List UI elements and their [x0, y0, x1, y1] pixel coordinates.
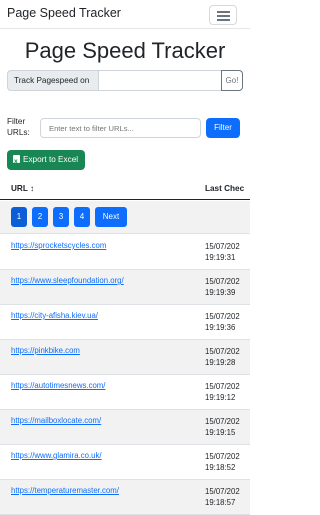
row-url-link[interactable]: https://sprocketscycles.com: [11, 241, 106, 250]
filter-label: Filter URLs:: [7, 117, 30, 137]
row-url-link[interactable]: https://temperaturemaster.com/: [11, 486, 119, 495]
hamburger-icon: [217, 11, 230, 13]
url-column-header[interactable]: URL ↕: [11, 184, 34, 193]
page-button-3[interactable]: 3: [53, 207, 69, 227]
track-url-input[interactable]: [98, 70, 222, 91]
page-title: Page Speed Tracker: [24, 38, 226, 63]
export-to-excel-button[interactable]: Export to Excel: [7, 150, 85, 172]
filter-button[interactable]: Filter: [206, 118, 240, 138]
row-last-checked: 15/07/202 19:19:36: [205, 312, 240, 332]
row-last-checked: 15/07/202 19:19:39: [205, 277, 240, 297]
table-row: https://city-afisha.kiev.ua/ 15/07/202 19…: [0, 305, 250, 340]
row-last-checked: 15/07/202 19:19:31: [205, 242, 240, 262]
go-button[interactable]: Go!: [221, 70, 243, 91]
table-row: https://autotimesnews.com/ 15/07/202 19:1…: [0, 375, 250, 410]
row-url-link[interactable]: https://pinkbike.com: [11, 346, 80, 355]
table-row: https://www.glamira.co.uk/ 15/07/202 19:1…: [0, 445, 250, 480]
table-header-row: URL ↕ Last Chec: [0, 178, 250, 200]
row-last-checked: 15/07/202 19:19:15: [205, 417, 240, 437]
table-row: https://www.sleepfoundation.org/ 15/07/2…: [0, 270, 250, 305]
row-last-checked: 15/07/202 19:19:12: [205, 382, 240, 402]
row-url-link[interactable]: https://mailboxlocate.com/: [11, 416, 101, 425]
track-label: Track Pagespeed on: [7, 70, 98, 91]
excel-file-icon: [13, 152, 20, 172]
track-url-group: Track Pagespeed on Go!: [7, 70, 243, 91]
row-url-link[interactable]: https://www.sleepfoundation.org/: [11, 276, 124, 285]
navbar-toggle-button[interactable]: [209, 5, 237, 25]
pagination: 1 2 3 4 Next: [0, 201, 250, 234]
page-button-1[interactable]: 1: [11, 207, 27, 227]
navbar: Page Speed Tracker: [0, 0, 250, 29]
hamburger-icon: [217, 19, 230, 21]
page-button-2[interactable]: 2: [32, 207, 48, 227]
next-page-button[interactable]: Next: [95, 207, 127, 227]
export-label: Export to Excel: [23, 155, 79, 164]
last-checked-column-header[interactable]: Last Chec: [205, 184, 244, 193]
row-url-link[interactable]: https://www.glamira.co.uk/: [11, 451, 102, 460]
navbar-brand[interactable]: Page Speed Tracker: [7, 6, 121, 20]
row-last-checked: 15/07/202 19:18:57: [205, 487, 240, 507]
page-button-4[interactable]: 4: [74, 207, 90, 227]
table-row: https://pinkbike.com 15/07/202 19:19:28: [0, 340, 250, 375]
row-url-link[interactable]: https://autotimesnews.com/: [11, 381, 105, 390]
filter-input[interactable]: [40, 118, 201, 138]
table-row: https://mailboxlocate.com/ 15/07/202 19:1…: [0, 410, 250, 445]
hamburger-icon: [217, 15, 230, 17]
table-row: https://sprocketscycles.com 15/07/202 19:…: [0, 235, 250, 270]
row-last-checked: 15/07/202 19:18:52: [205, 452, 240, 472]
row-last-checked: 15/07/202 19:19:28: [205, 347, 240, 367]
row-url-link[interactable]: https://city-afisha.kiev.ua/: [11, 311, 98, 320]
